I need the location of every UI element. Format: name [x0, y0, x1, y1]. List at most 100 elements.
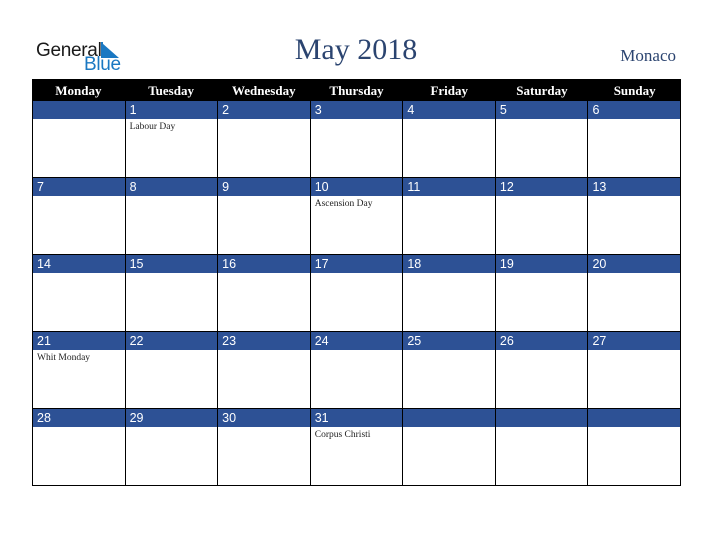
week-row: 21 Whit Monday 22 23 24 25 26 27 [33, 332, 681, 409]
day-number-bar: 21 [33, 332, 125, 350]
day-number: 14 [37, 257, 51, 271]
day-cell[interactable]: 2 [218, 101, 311, 178]
weekday-header: Wednesday [232, 83, 296, 98]
day-cell[interactable]: 15 [125, 255, 219, 332]
weekday-header: Tuesday [148, 83, 194, 98]
day-cell[interactable]: 28 [33, 409, 126, 486]
holiday-label: Corpus Christi [314, 430, 371, 440]
day-cell[interactable]: 14 [33, 255, 126, 332]
day-number-bar: 26 [495, 332, 588, 350]
day-cell[interactable]: 6 [588, 101, 681, 178]
day-cell[interactable]: 27 [588, 332, 681, 409]
day-cell[interactable]: 17 [310, 255, 404, 332]
day-cell[interactable]: 16 [218, 255, 311, 332]
day-cell[interactable]: 31 Corpus Christi [310, 409, 404, 486]
day-number: 27 [592, 334, 607, 348]
weekday-header: Saturday [516, 83, 568, 98]
day-cell[interactable]: 30 [218, 409, 311, 486]
day-number-bar: 25 [403, 332, 495, 350]
day-number: 22 [129, 334, 144, 348]
day-cell[interactable] [33, 101, 126, 178]
day-number-bar: 7 [33, 178, 125, 196]
day-cell[interactable]: 22 [125, 332, 219, 409]
week-row: 14 15 16 17 18 19 20 [33, 255, 681, 332]
week-row: 28 29 30 31 Corpus Christi [33, 409, 681, 486]
day-number-bar: 8 [125, 178, 218, 196]
day-number-bar: 29 [125, 409, 218, 427]
day-number: 15 [129, 257, 144, 271]
calendar-title: May 2018 [294, 33, 418, 66]
week-divider [33, 254, 680, 255]
day-number: 4 [407, 103, 415, 117]
day-number: 7 [37, 180, 44, 194]
day-number: 6 [592, 103, 600, 117]
week-row: 7 8 9 10 Ascension Day 11 12 13 [33, 178, 681, 255]
day-cell[interactable] [588, 409, 681, 486]
day-cell[interactable]: 13 [588, 178, 681, 255]
week-divider [33, 408, 680, 409]
day-number: 20 [592, 257, 607, 271]
day-number-bar: 6 [588, 101, 681, 119]
day-cell[interactable]: 19 [495, 255, 589, 332]
day-number: 17 [314, 257, 329, 271]
day-number-bar [33, 101, 125, 119]
day-cell[interactable] [403, 409, 496, 486]
day-number: 18 [407, 257, 422, 271]
day-number-bar: 5 [495, 101, 588, 119]
day-number: 29 [129, 411, 144, 425]
day-cell[interactable]: 10 Ascension Day [310, 178, 404, 255]
day-number: 2 [222, 103, 230, 117]
day-number: 11 [407, 180, 421, 194]
calendar-grid: 1 Labour Day 2 3 4 5 6 7 8 9 10 Ascension Day 11 12 13… [32, 101, 681, 486]
day-cell[interactable]: 24 [310, 332, 404, 409]
day-number: 31 [314, 411, 329, 425]
day-cell[interactable]: 3 [310, 101, 404, 178]
day-number: 25 [407, 334, 422, 348]
day-number: 3 [314, 103, 322, 117]
day-cell[interactable]: 21 Whit Monday [33, 332, 126, 409]
day-cell[interactable]: 1 Labour Day [125, 101, 219, 178]
day-cell[interactable]: 4 [403, 101, 496, 178]
holiday-label: Labour Day [129, 122, 176, 132]
day-number-bar: 15 [125, 255, 218, 273]
day-cell[interactable]: 8 [125, 178, 219, 255]
day-number-bar: 22 [125, 332, 218, 350]
week-divider [33, 331, 680, 332]
day-cell[interactable]: 12 [495, 178, 589, 255]
day-number-bar: 17 [310, 255, 403, 273]
week-divider [33, 177, 680, 178]
day-number: 30 [222, 411, 237, 425]
day-number: 1 [129, 103, 137, 117]
day-cell[interactable]: 7 [33, 178, 126, 255]
day-cell[interactable] [495, 409, 589, 486]
day-number-bar: 23 [218, 332, 310, 350]
day-number: 24 [314, 334, 329, 348]
day-number: 13 [592, 180, 607, 194]
day-cell[interactable]: 11 [403, 178, 496, 255]
day-number-bar: 20 [588, 255, 681, 273]
day-number-bar: 11 [403, 178, 495, 196]
country-label: Monaco [620, 46, 676, 65]
day-number-bar: 28 [33, 409, 125, 427]
day-number: 21 [37, 334, 51, 348]
day-number-bar: 19 [495, 255, 588, 273]
day-cell[interactable]: 9 [218, 178, 311, 255]
day-cell[interactable]: 18 [403, 255, 496, 332]
day-number: 8 [129, 180, 137, 194]
day-cell[interactable]: 5 [495, 101, 589, 178]
day-number: 9 [222, 180, 230, 194]
day-number: 10 [314, 180, 329, 194]
day-number: 23 [222, 334, 237, 348]
day-number-bar: 14 [33, 255, 125, 273]
day-cell[interactable]: 29 [125, 409, 219, 486]
day-cell[interactable]: 20 [588, 255, 681, 332]
holiday-label: Whit Monday [37, 353, 91, 363]
day-number-bar: 4 [403, 101, 495, 119]
day-cell[interactable]: 23 [218, 332, 311, 409]
day-number-bar: 2 [218, 101, 310, 119]
day-cell[interactable]: 26 [495, 332, 589, 409]
day-number-bar: 16 [218, 255, 310, 273]
day-number-bar: 12 [495, 178, 588, 196]
day-number-bar: 31 [310, 409, 403, 427]
day-cell[interactable]: 25 [403, 332, 496, 409]
